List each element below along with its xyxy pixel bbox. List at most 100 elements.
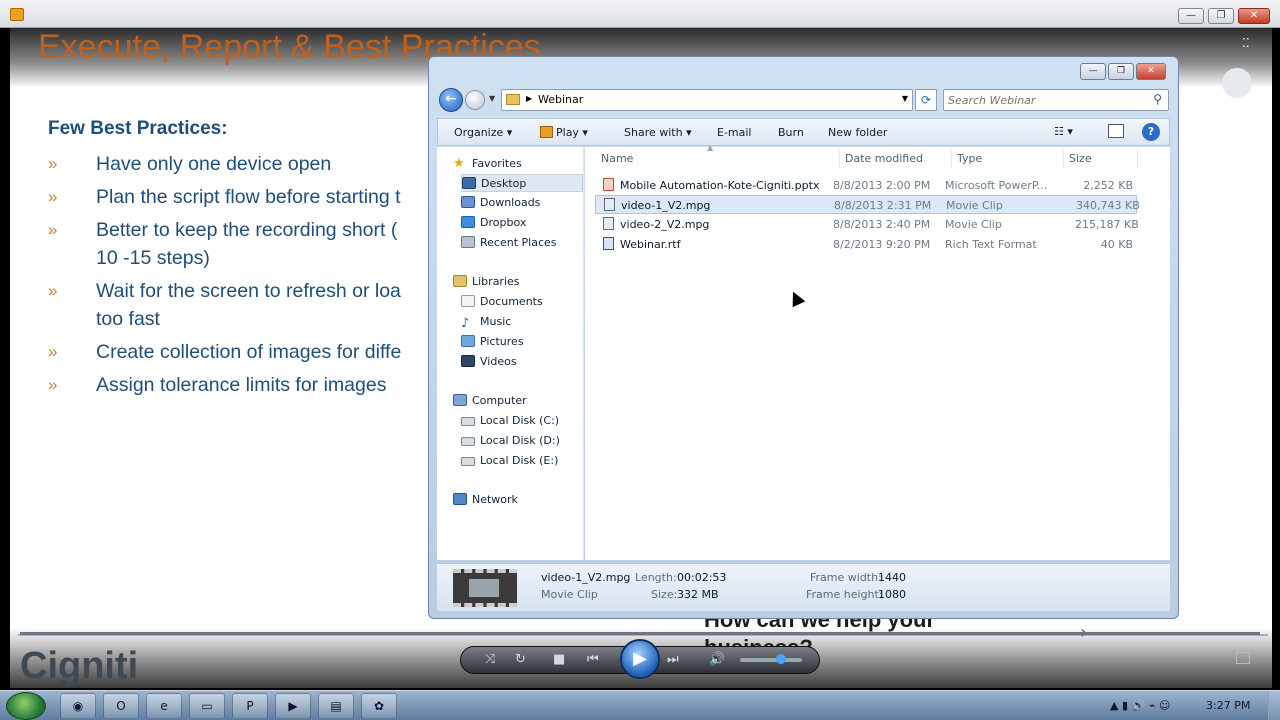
preview-pane-icon[interactable] xyxy=(1108,124,1124,138)
best-practices-heading: Few Best Practices: xyxy=(48,118,228,139)
nav-disk-d[interactable]: Local Disk (D:) xyxy=(461,432,560,450)
internet-explorer-icon[interactable]: e xyxy=(146,693,182,719)
minimize-button[interactable]: — xyxy=(1178,8,1204,24)
search-box[interactable]: ⚲ xyxy=(943,89,1169,111)
file-row[interactable]: Webinar.rtf 8/2/2013 9:20 PM Rich Text F… xyxy=(595,235,1137,254)
video-thumbnail xyxy=(453,569,517,607)
outlook-icon[interactable]: O xyxy=(103,693,139,719)
maximize-button[interactable]: ❐ xyxy=(1208,8,1234,24)
nav-label: Dropbox xyxy=(480,216,527,229)
explorer-close-button[interactable]: ✕ xyxy=(1136,63,1166,80)
command-bar: Organize ▾ Play ▾ Share with ▾ E-mail Bu… xyxy=(437,118,1170,146)
details-length: 00:02:53 xyxy=(677,571,727,584)
nav-documents[interactable]: Documents xyxy=(461,293,543,311)
show-desktop-button[interactable] xyxy=(1268,691,1280,720)
bullet-mark: » xyxy=(48,154,58,173)
column-separator[interactable] xyxy=(1063,149,1064,169)
column-header-date[interactable]: Date modified xyxy=(845,152,923,165)
stop-icon[interactable]: ■ xyxy=(553,652,565,667)
address-bar[interactable]: ▶ Webinar ▼ xyxy=(501,89,913,111)
nav-label: Local Disk (D:) xyxy=(480,434,560,447)
volume-knob[interactable] xyxy=(776,654,786,664)
nav-music[interactable]: ♪ Music xyxy=(461,313,511,331)
help-icon[interactable]: ? xyxy=(1142,123,1160,141)
nav-desktop[interactable]: Desktop xyxy=(461,174,583,192)
file-name-cell: Mobile Automation-Kote-Cigniti.pptx xyxy=(603,176,819,195)
grid-icon[interactable]: ⁚⁚ xyxy=(1242,36,1256,50)
email-button[interactable]: E-mail xyxy=(717,126,752,139)
column-header-name[interactable]: Name xyxy=(601,152,633,165)
back-button[interactable]: ← xyxy=(439,88,463,112)
volume-slider[interactable] xyxy=(740,658,802,662)
nav-network[interactable]: Network xyxy=(453,491,518,509)
music-icon: ♪ xyxy=(461,316,470,331)
nav-label: Documents xyxy=(480,295,543,308)
column-separator[interactable] xyxy=(839,149,840,169)
network-icon xyxy=(453,493,467,505)
column-separator[interactable] xyxy=(1137,149,1138,169)
fullscreen-icon[interactable] xyxy=(1236,652,1250,664)
notepad-icon[interactable]: ▤ xyxy=(318,693,354,719)
column-header-size[interactable]: Size xyxy=(1069,152,1092,165)
seek-bar[interactable] xyxy=(20,632,1260,635)
file-row[interactable]: video-2_V2.mpg 8/8/2013 2:40 PM Movie Cl… xyxy=(595,215,1139,234)
burn-button[interactable]: Burn xyxy=(778,126,804,139)
file-list: Name ▲ Date modified Type Size Mobile Au… xyxy=(585,143,1170,560)
start-button[interactable] xyxy=(6,692,46,720)
share-with-button[interactable]: Share with ▾ xyxy=(624,126,692,139)
forward-button[interactable] xyxy=(465,90,485,110)
file-date: 8/8/2013 2:31 PM xyxy=(834,199,932,212)
file-name: Mobile Automation-Kote-Cigniti.pptx xyxy=(620,179,820,192)
view-options-icon[interactable]: ☷ ▾ xyxy=(1054,125,1073,138)
details-frame-width-label: Frame width: xyxy=(810,571,882,584)
shuffle-icon[interactable]: ⤨ xyxy=(485,652,495,667)
dropbox-icon xyxy=(461,216,475,228)
organize-button[interactable]: Organize ▾ xyxy=(454,126,512,139)
new-folder-button[interactable]: New folder xyxy=(828,126,887,139)
column-separator[interactable] xyxy=(951,149,952,169)
file-row[interactable]: Mobile Automation-Kote-Cigniti.pptx 8/8/… xyxy=(595,176,1137,195)
bullet-mark: » xyxy=(48,187,58,206)
address-dropdown-icon[interactable]: ▼ xyxy=(902,94,908,103)
mute-icon[interactable]: 🔊 xyxy=(709,652,725,667)
breadcrumb-separator-icon[interactable]: ▶ xyxy=(526,94,532,103)
media-player-taskbar-icon[interactable]: ▶ xyxy=(275,693,311,719)
next-icon[interactable]: ⏭ xyxy=(667,652,679,667)
refresh-button[interactable]: ⟳ xyxy=(915,89,937,111)
nav-computer[interactable]: Computer xyxy=(453,392,527,410)
close-button[interactable]: ✕ xyxy=(1238,8,1270,24)
folder-icon xyxy=(506,94,520,105)
nav-downloads[interactable]: Downloads xyxy=(461,194,540,212)
nav-videos[interactable]: Videos xyxy=(461,353,517,371)
details-size-label: Size: xyxy=(651,588,678,601)
explorer-minimize-button[interactable]: — xyxy=(1080,63,1106,80)
player-titlebar: — ❐ ✕ xyxy=(0,0,1280,28)
explorer-folder-icon[interactable]: ▭ xyxy=(189,693,225,719)
nav-dropbox[interactable]: Dropbox xyxy=(461,214,526,232)
repeat-icon[interactable]: ↻ xyxy=(515,652,526,667)
nav-libraries[interactable]: Libraries xyxy=(453,273,520,291)
file-row[interactable]: video-1_V2.mpg 8/8/2013 2:31 PM Movie Cl… xyxy=(595,195,1140,214)
recent-pages-dropdown[interactable]: ▼ xyxy=(489,94,495,103)
settings-icon[interactable]: ✿ xyxy=(361,693,397,719)
nav-favorites[interactable]: ★ Favorites xyxy=(453,155,522,173)
nav-disk-c[interactable]: Local Disk (C:) xyxy=(461,412,559,430)
play-button[interactable]: ▶ xyxy=(620,639,660,679)
nav-recent-places[interactable]: Recent Places xyxy=(461,234,557,252)
play-button[interactable]: Play ▾ xyxy=(540,126,588,139)
clock[interactable]: 3:27 PM xyxy=(1206,699,1250,712)
file-name-cell: Webinar.rtf xyxy=(603,235,680,254)
pictures-icon xyxy=(461,335,475,347)
nav-pictures[interactable]: Pictures xyxy=(461,333,524,351)
previous-icon[interactable]: ⏮ xyxy=(587,652,599,667)
chrome-icon[interactable]: ◉ xyxy=(60,693,96,719)
explorer-maximize-button[interactable]: ❐ xyxy=(1108,63,1134,80)
search-icon[interactable]: ⚲ xyxy=(1153,92,1162,106)
nav-disk-e[interactable]: Local Disk (E:) xyxy=(461,452,558,470)
column-header-type[interactable]: Type xyxy=(957,152,982,165)
system-tray-icons[interactable]: ▲ ▮ 🔊 ⌁ ☺ xyxy=(1110,699,1170,712)
powerpoint-icon[interactable]: P xyxy=(232,693,268,719)
breadcrumb-webinar[interactable]: Webinar xyxy=(538,93,583,106)
play-icon xyxy=(540,126,553,138)
search-input[interactable] xyxy=(948,92,1138,108)
